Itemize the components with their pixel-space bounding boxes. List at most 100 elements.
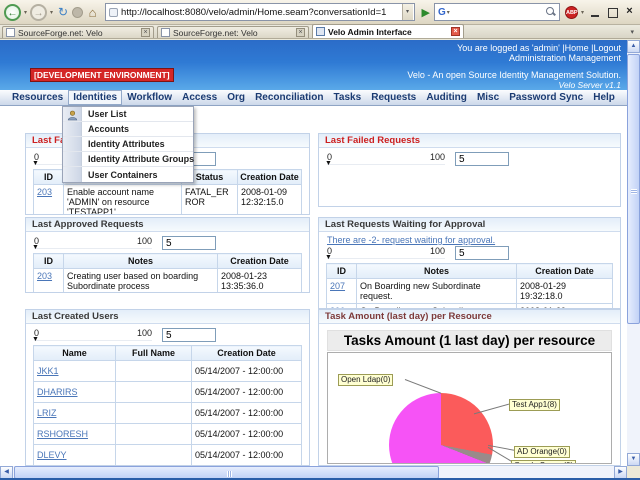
url-text[interactable]: http://localhost:8080/velo/admin/Home.se… — [121, 7, 401, 18]
panel-title: Last Requests Waiting for Approval — [319, 218, 620, 232]
search-icon[interactable] — [545, 7, 556, 17]
tab-close-icon[interactable]: × — [296, 28, 305, 37]
adblock-dropdown-icon[interactable]: ▾ — [580, 9, 585, 16]
tab-sourceforge-1[interactable]: SourceForge.net: Velo × — [2, 26, 154, 38]
forward-button[interactable]: → — [30, 3, 48, 21]
menu-reconciliation[interactable]: Reconciliation — [251, 91, 327, 104]
back-button[interactable]: ← — [4, 3, 21, 21]
horizontal-scroll-thumb[interactable] — [14, 466, 439, 478]
menu-help[interactable]: Help — [589, 91, 619, 104]
menu-item-user-containers[interactable]: User Containers — [63, 167, 193, 182]
menu-workflow[interactable]: Workflow — [123, 91, 176, 104]
horizontal-scrollbar[interactable]: ◀ ▶ — [0, 466, 627, 478]
page-size-input[interactable] — [455, 246, 509, 260]
page-size-input[interactable] — [162, 236, 216, 250]
vertical-scroll-thumb[interactable] — [627, 54, 640, 324]
column-header: Notes — [63, 253, 218, 269]
panel-title: Task Amount (last day) per Resource — [319, 310, 620, 324]
tagline: Velo - An open Source Identity Managemen… — [407, 70, 621, 80]
menu-password-sync[interactable]: Password Sync — [505, 91, 587, 104]
menu-identities[interactable]: Identities — [68, 90, 123, 105]
user-link[interactable]: LRIZ — [37, 408, 57, 418]
menu-access[interactable]: Access — [178, 91, 221, 104]
back-history-dropdown-icon[interactable]: ▾ — [23, 9, 28, 16]
tab-velo-admin[interactable]: Velo Admin Interface × — [312, 24, 464, 38]
slider-thumb-icon[interactable]: ▼ — [325, 160, 332, 167]
tab-list-dropdown-icon[interactable]: ▾ — [626, 28, 638, 38]
menu-requests[interactable]: Requests — [367, 91, 420, 104]
slider-max-label: 100 — [429, 152, 445, 162]
page-size-slider[interactable]: 0 100 ▼ — [325, 246, 445, 261]
user-fullname — [115, 402, 192, 424]
column-header: Full Name — [115, 345, 192, 361]
logged-in-status[interactable]: You are logged as 'admin' |Home |Logout — [457, 43, 621, 53]
tab-close-icon[interactable]: × — [141, 28, 150, 37]
go-button[interactable]: ▶ — [420, 6, 432, 19]
menu-misc[interactable]: Misc — [473, 91, 503, 104]
request-id-link[interactable]: 203 — [37, 271, 52, 281]
search-box[interactable]: G ▾ — [433, 3, 560, 21]
pie-label-oracle-server: Oracle Server(0) — [511, 460, 577, 463]
table-row: JKK1 05/14/2007 - 12:00:00 — [33, 360, 302, 382]
page-size-slider[interactable]: 0 100 ▼ — [32, 328, 152, 343]
scroll-down-icon[interactable]: ▼ — [627, 453, 640, 466]
search-engine-dropdown-icon[interactable]: ▾ — [446, 9, 451, 16]
page-size-slider[interactable]: 0 100 ▼ — [325, 152, 445, 167]
identities-dropdown-menu: User List Accounts Identity Attributes I… — [62, 106, 194, 183]
slider-track[interactable] — [34, 340, 152, 341]
menu-tasks[interactable]: Tasks — [330, 91, 366, 104]
slider-track[interactable] — [34, 248, 152, 249]
tab-close-icon[interactable]: × — [451, 27, 460, 36]
scroll-right-icon[interactable]: ▶ — [614, 466, 627, 478]
minimize-button[interactable] — [589, 6, 602, 19]
restore-button[interactable] — [606, 6, 619, 19]
home-button[interactable]: ⌂ — [85, 5, 100, 20]
user-link[interactable]: DHARIRS — [37, 387, 78, 397]
page-size-slider[interactable]: 0 100 ▼ — [32, 236, 152, 251]
close-window-button[interactable]: × — [623, 5, 636, 19]
page-header: You are logged as 'admin' |Home |Logout … — [0, 40, 627, 90]
table-row: LRIZ 05/14/2007 - 12:00:00 — [33, 402, 302, 424]
request-id-link[interactable]: 207 — [330, 281, 345, 291]
menu-resources[interactable]: Resources — [8, 91, 67, 104]
menu-item-user-list[interactable]: User List — [63, 107, 193, 122]
slider-thumb-icon[interactable]: ▼ — [32, 244, 39, 251]
forward-history-dropdown-icon[interactable]: ▾ — [49, 9, 54, 16]
page-size-input[interactable] — [455, 152, 509, 166]
user-icon — [63, 107, 82, 121]
table-row: RSHORESH 05/14/2007 - 12:00:00 — [33, 423, 302, 445]
menu-item-identity-attributes[interactable]: Identity Attributes — [63, 137, 193, 152]
waiting-requests-link[interactable]: There are -2- request waiting for approv… — [327, 235, 495, 245]
slider-thumb-icon[interactable]: ▼ — [32, 336, 39, 343]
menu-item-identity-attribute-groups[interactable]: Identity Attribute Groups — [63, 152, 194, 167]
velo-favicon-icon — [316, 27, 325, 36]
menu-auditing[interactable]: Auditing — [422, 91, 471, 104]
request-notes: Creating user based on boarding Subordin… — [63, 268, 218, 292]
slider-thumb-icon[interactable]: ▼ — [32, 160, 39, 167]
address-bar[interactable]: http://localhost:8080/velo/admin/Home.se… — [105, 3, 415, 21]
stop-button[interactable] — [72, 6, 84, 18]
url-history-dropdown-icon[interactable]: ▾ — [401, 4, 413, 20]
menu-item-accounts[interactable]: Accounts — [63, 122, 193, 137]
scrollbar-corner — [627, 466, 640, 478]
user-link[interactable]: DLEVY — [37, 450, 67, 460]
slider-track[interactable] — [327, 164, 445, 165]
browser-toolbar: ← ▾ → ▾ ↻ ⌂ http://localhost:8080/velo/a… — [0, 0, 640, 25]
adblock-icon[interactable]: ABP — [564, 5, 578, 19]
task-id-link[interactable]: 203 — [37, 187, 52, 197]
column-header: Creation Date — [516, 263, 613, 279]
scroll-left-icon[interactable]: ◀ — [0, 466, 13, 478]
user-link[interactable]: JKK1 — [37, 366, 59, 376]
page-size-input[interactable] — [162, 328, 216, 342]
slider-thumb-icon[interactable]: ▼ — [325, 254, 332, 261]
tab-sourceforge-2[interactable]: SourceForge.net: Velo × — [157, 26, 309, 38]
user-fullname — [115, 444, 192, 465]
reload-button[interactable]: ↻ — [56, 5, 70, 19]
vertical-scrollbar[interactable]: ▲ ▼ — [627, 40, 640, 466]
google-icon: G — [437, 6, 446, 18]
slider-track[interactable] — [327, 258, 445, 259]
scroll-up-icon[interactable]: ▲ — [627, 40, 640, 53]
user-link[interactable]: RSHORESH — [37, 429, 88, 439]
menu-org[interactable]: Org — [223, 91, 249, 104]
panel-title: Last Approved Requests — [26, 218, 309, 232]
